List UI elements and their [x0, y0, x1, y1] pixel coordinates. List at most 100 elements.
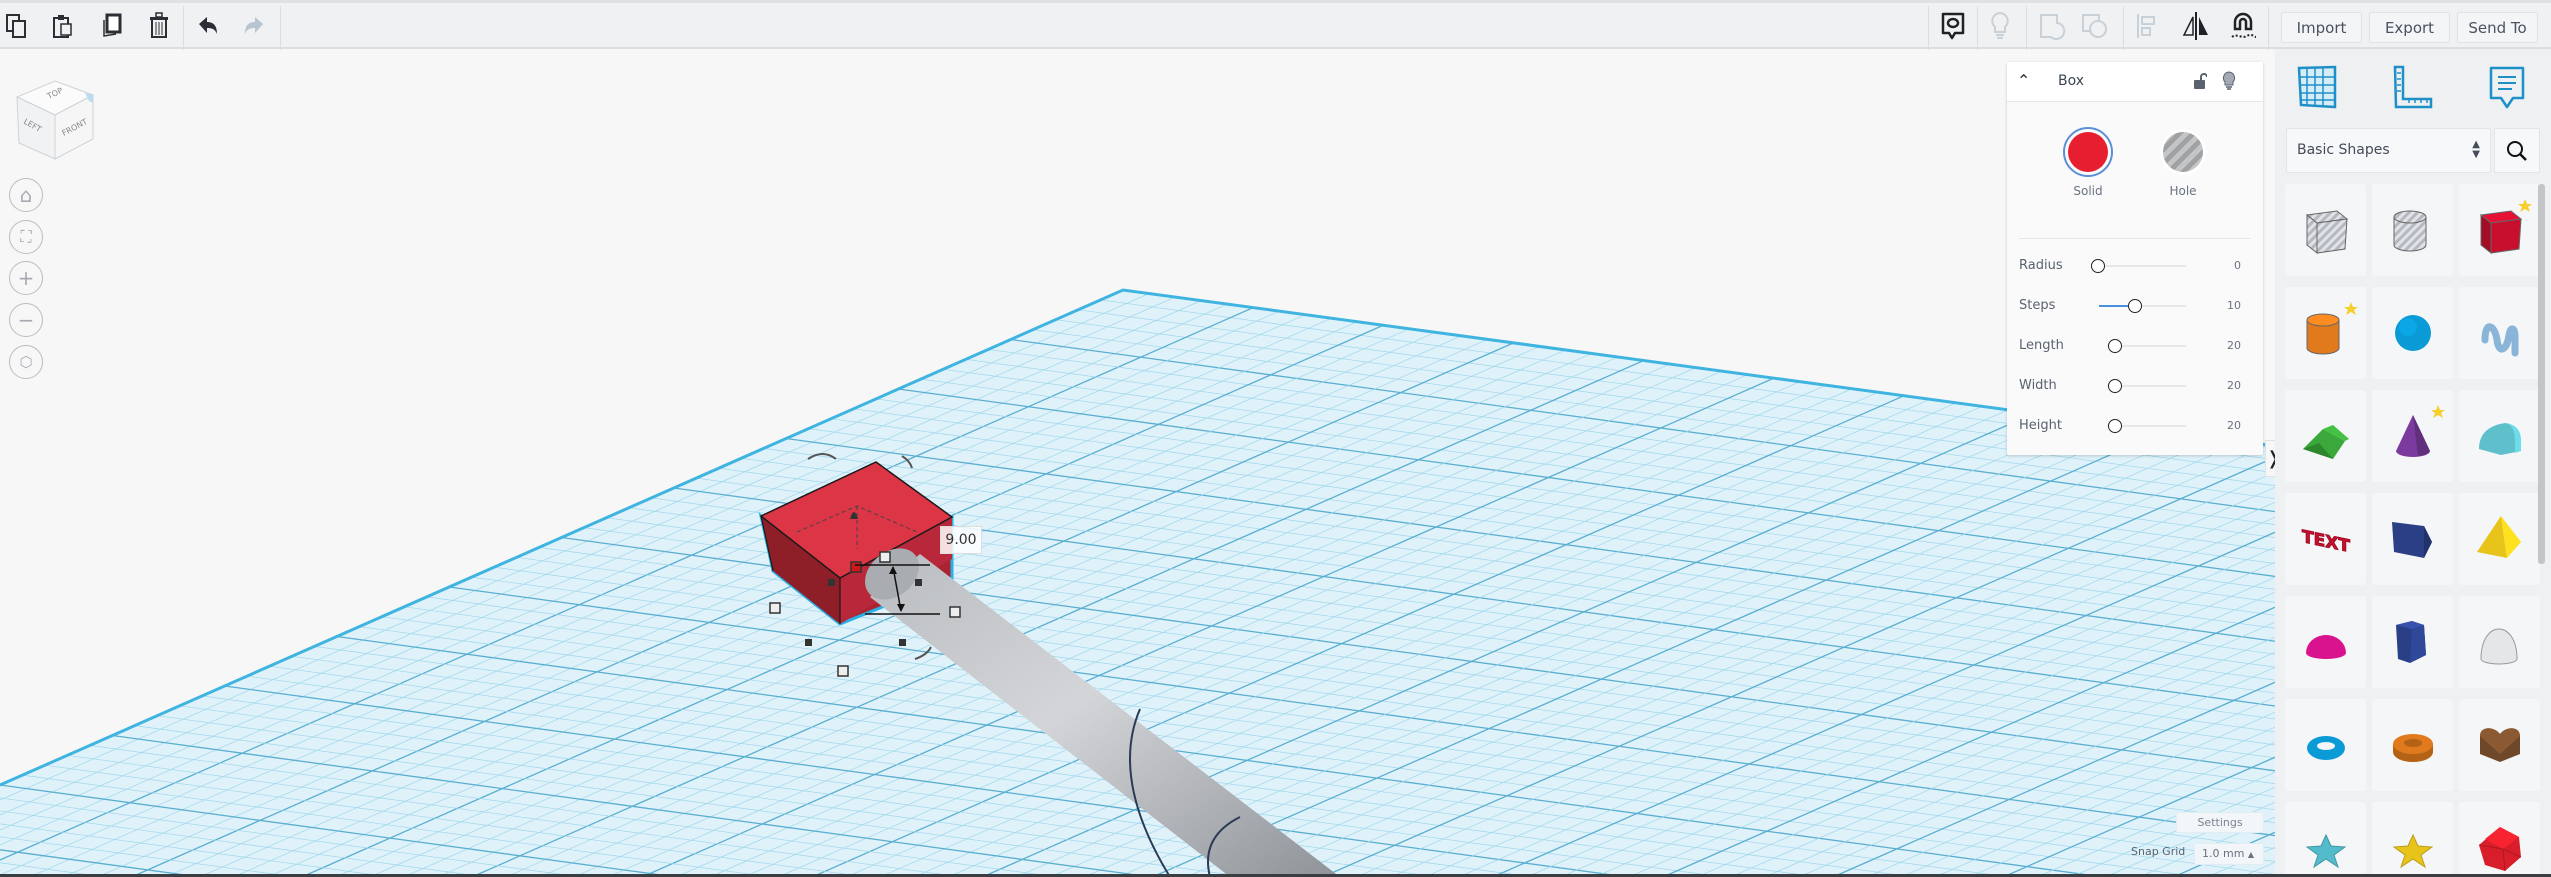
shape-tile-box[interactable]: [2459, 184, 2540, 276]
param-label: Radius: [2019, 258, 2063, 273]
shape-tile-pyramid[interactable]: [2459, 493, 2540, 585]
snap-grid-select[interactable]: 1.0 mm ▲: [2194, 843, 2264, 865]
notes-icon[interactable]: [1939, 12, 1967, 40]
slider-fill: [2099, 305, 2128, 307]
align-icon[interactable]: [2133, 12, 2161, 40]
resize-handle[interactable]: [769, 602, 781, 614]
shape-tile-scribble[interactable]: [2459, 287, 2540, 379]
group-icon[interactable]: [2039, 12, 2067, 40]
export-button[interactable]: Export: [2369, 12, 2450, 43]
poly-shape-icon: [2391, 522, 2432, 558]
shape-tile-half-sphere[interactable]: [2285, 596, 2366, 688]
mid-handle[interactable]: [899, 639, 906, 646]
mid-handle[interactable]: [828, 579, 835, 586]
toolbar-divider: [2026, 6, 2027, 50]
shape-search-button[interactable]: [2494, 128, 2540, 173]
copy-icon[interactable]: [3, 12, 31, 40]
ungroup-icon[interactable]: [2081, 12, 2109, 40]
cruise-icon[interactable]: [2229, 12, 2257, 40]
workplane-icon[interactable]: [2295, 65, 2339, 109]
param-label: Length: [2019, 338, 2064, 353]
shape-tile-roof[interactable]: [2285, 390, 2366, 482]
shape-tile-cone[interactable]: [2372, 390, 2453, 482]
fit-view-button[interactable]: ⛶: [9, 220, 43, 254]
shape-category-select[interactable]: Basic Shapes ▲ ▼: [2286, 128, 2491, 173]
slider-knob[interactable]: [2127, 299, 2142, 313]
zoom-in-button[interactable]: +: [9, 261, 43, 295]
import-button[interactable]: Import: [2281, 12, 2362, 43]
shape-tile-star-six[interactable]: [2372, 802, 2453, 877]
shape-tile-icosahedron[interactable]: [2459, 802, 2540, 877]
undo-icon[interactable]: [194, 12, 222, 40]
slider-knob[interactable]: [2107, 379, 2122, 393]
delete-icon[interactable]: [145, 12, 173, 40]
shape-tile-tube[interactable]: [2372, 699, 2453, 791]
unlock-icon[interactable]: [2193, 72, 2207, 90]
param-value[interactable]: 20: [2227, 339, 2241, 352]
fit-icon: ⛶: [20, 227, 32, 246]
shape-title: Box: [2058, 73, 2085, 89]
height-handle[interactable]: [850, 561, 862, 573]
resize-handle[interactable]: [837, 665, 849, 677]
perspective-button[interactable]: ⬡: [9, 345, 43, 379]
shape-tile-polygon[interactable]: [2372, 493, 2453, 585]
heart-shape-icon: [2479, 728, 2520, 762]
shape-tile-cylinder-hole[interactable]: [2372, 184, 2453, 276]
toolbar-divider: [2123, 6, 2124, 50]
shape-tile-sphere[interactable]: [2372, 287, 2453, 379]
visibility-icon[interactable]: [1986, 11, 2014, 40]
resize-handle[interactable]: [949, 606, 961, 618]
toolbar-divider: [1928, 6, 1929, 50]
shape-tile-star[interactable]: [2285, 802, 2366, 877]
shape-tile-hexagonal-prism[interactable]: [2372, 596, 2453, 688]
shape-tile-cylinder[interactable]: [2285, 287, 2366, 379]
param-value[interactable]: 20: [2227, 419, 2241, 432]
hole-button[interactable]: [2160, 129, 2206, 175]
send-to-button[interactable]: Send To: [2457, 12, 2538, 43]
shape-list-scrollbar[interactable]: [2538, 184, 2545, 564]
shape-tile-heart[interactable]: [2459, 699, 2540, 791]
solid-swatch: [2068, 132, 2108, 172]
mid-handle[interactable]: [915, 579, 922, 586]
resize-handle[interactable]: [879, 551, 891, 563]
dimension-input[interactable]: 9.00: [940, 526, 982, 554]
slider-knob[interactable]: [2107, 419, 2122, 433]
tube-shape-icon: [2392, 734, 2433, 762]
view-cube[interactable]: TOP LEFT FRONT: [13, 73, 97, 167]
bulb-icon[interactable]: [2222, 71, 2236, 91]
favorite-star-icon: [2517, 199, 2532, 212]
param-slider[interactable]: [2098, 265, 2186, 267]
shape-tile-box-hole[interactable]: [2285, 184, 2366, 276]
collapse-chevron-icon[interactable]: ⌃: [2017, 71, 2030, 90]
shape-tile-torus[interactable]: [2285, 699, 2366, 791]
ruler-icon[interactable]: [2391, 65, 2435, 109]
solid-label: Solid: [2073, 184, 2103, 198]
text-shape-icon: TEXT: [2301, 527, 2350, 558]
workplane-scene[interactable]: [0, 49, 2275, 877]
duplicate-icon[interactable]: [97, 12, 125, 40]
home-view-button[interactable]: ⌂: [9, 178, 43, 212]
roof-shape-icon: [2302, 425, 2349, 459]
notes-icon[interactable]: [2485, 65, 2529, 109]
slider-knob[interactable]: [2107, 339, 2122, 353]
settings-button[interactable]: Settings: [2176, 812, 2264, 833]
paste-icon[interactable]: [49, 12, 77, 40]
slider-knob[interactable]: [2091, 259, 2105, 273]
sphere-shape-icon: [2394, 315, 2431, 351]
3d-viewport[interactable]: TOP LEFT FRONT ⌂ ⛶ + − ⬡: [0, 49, 2275, 877]
category-value: Basic Shapes: [2297, 142, 2390, 158]
toolbar-divider: [1977, 6, 1978, 50]
mirror-icon[interactable]: [2182, 12, 2210, 40]
shape-tile-text[interactable]: TEXT: [2285, 493, 2366, 585]
shape-tile-paraboloid[interactable]: [2459, 596, 2540, 688]
solid-button[interactable]: [2063, 127, 2113, 177]
redo-icon[interactable]: [240, 12, 268, 40]
mid-handle[interactable]: [805, 639, 812, 646]
param-value[interactable]: 0: [2234, 259, 2241, 272]
param-value[interactable]: 20: [2227, 379, 2241, 392]
param-row-height: Height 20: [2019, 416, 2251, 436]
text-shape-lettering: TEXT: [2302, 527, 2350, 557]
param-value[interactable]: 10: [2227, 299, 2241, 312]
shape-tile-round-roof[interactable]: [2459, 390, 2540, 482]
zoom-out-button[interactable]: −: [9, 303, 43, 337]
